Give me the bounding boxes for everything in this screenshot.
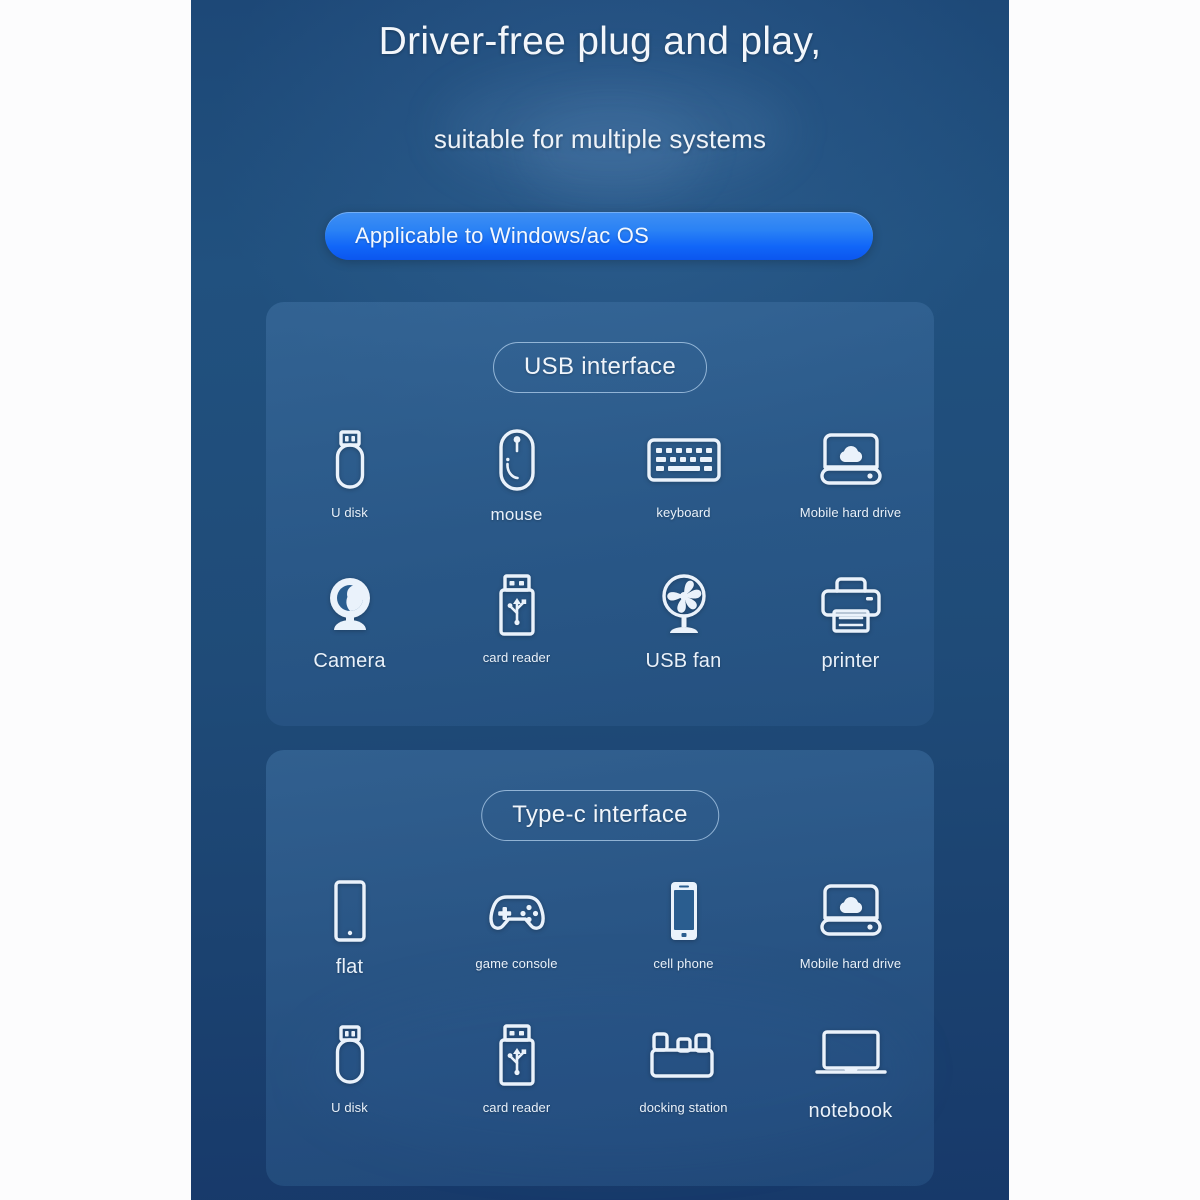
smartphone-icon	[664, 878, 704, 944]
keyboard-icon	[646, 427, 722, 493]
page-subheadline: suitable for multiple systems	[433, 124, 767, 154]
typec-section-title: Type-c interface	[481, 790, 719, 841]
device-tile[interactable]: notebook	[767, 1022, 934, 1123]
device-tile[interactable]: Mobile hard drive	[767, 427, 934, 525]
device-tile[interactable]: docking station	[600, 1022, 767, 1123]
device-tile[interactable]: game console	[433, 878, 600, 979]
device-tile-label: Camera	[313, 650, 386, 672]
promo-content-panel: Driver-free plug and play, suitable for …	[191, 0, 1009, 1200]
page-headline: Driver-free plug and play,	[378, 20, 822, 63]
device-tile-label: U disk	[331, 505, 368, 520]
device-tile[interactable]: USB fan	[600, 572, 767, 673]
applicable-os-button[interactable]: Applicable to Windows/ac OS	[325, 212, 873, 260]
device-tile-label: game console	[475, 956, 558, 971]
typec-device-row-2: U disk card reader docking station noteb…	[266, 1022, 934, 1123]
device-tile[interactable]: Mobile hard drive	[767, 878, 934, 979]
device-tile[interactable]: mouse	[433, 427, 600, 525]
usb-device-row-1: U disk mouse keyboard Mobile hard drive	[266, 427, 934, 525]
device-tile-label: keyboard	[656, 505, 711, 520]
device-tile-label: USB fan	[645, 650, 722, 672]
device-tile-label: Mobile hard drive	[799, 505, 902, 520]
device-tile-label: flat	[335, 956, 364, 978]
game-controller-icon	[481, 878, 553, 944]
device-tile[interactable]: flat	[266, 878, 433, 979]
card-reader-icon	[492, 1022, 542, 1088]
card-reader-icon	[492, 572, 542, 638]
applicable-os-label: Applicable to Windows/ac OS	[355, 223, 649, 248]
external-hard-drive-icon	[818, 878, 884, 944]
device-tile-label: U disk	[331, 1100, 368, 1115]
laptop-icon	[814, 1022, 888, 1088]
typec-device-row-1: flat game console cell phone Mobile hard…	[266, 878, 934, 979]
device-tile-label: mouse	[490, 505, 543, 524]
device-tile[interactable]: U disk	[266, 427, 433, 525]
device-tile-label: cell phone	[653, 956, 714, 971]
device-tile-label: notebook	[808, 1100, 893, 1122]
docking-station-icon	[648, 1022, 720, 1088]
device-tile[interactable]: card reader	[433, 1022, 600, 1123]
usb-flash-drive-icon	[328, 427, 372, 493]
usb-fan-icon	[652, 572, 716, 638]
device-tile[interactable]: keyboard	[600, 427, 767, 525]
usb-flash-drive-icon	[328, 1022, 372, 1088]
device-tile[interactable]: card reader	[433, 572, 600, 673]
device-tile-label: Mobile hard drive	[799, 956, 902, 971]
external-hard-drive-icon	[818, 427, 884, 493]
webcam-icon	[320, 572, 380, 638]
usb-interface-card: USB interface U disk mouse keyboard Mobi…	[266, 302, 934, 726]
device-tile[interactable]: printer	[767, 572, 934, 673]
device-tile-label: printer	[821, 650, 880, 672]
device-tile[interactable]: Camera	[266, 572, 433, 673]
tablet-icon	[328, 878, 372, 944]
mouse-icon	[494, 427, 540, 493]
device-tile-label: docking station	[639, 1100, 728, 1115]
page-frame: Driver-free plug and play, suitable for …	[0, 0, 1200, 1200]
printer-icon	[818, 572, 884, 638]
device-tile[interactable]: cell phone	[600, 878, 767, 979]
usb-section-title: USB interface	[493, 342, 707, 393]
device-tile[interactable]: U disk	[266, 1022, 433, 1123]
typec-interface-card: Type-c interface flat game console cell …	[266, 750, 934, 1186]
usb-device-row-2: Camera card reader USB fan printer	[266, 572, 934, 673]
device-tile-label: card reader	[482, 650, 551, 665]
device-tile-label: card reader	[482, 1100, 551, 1115]
